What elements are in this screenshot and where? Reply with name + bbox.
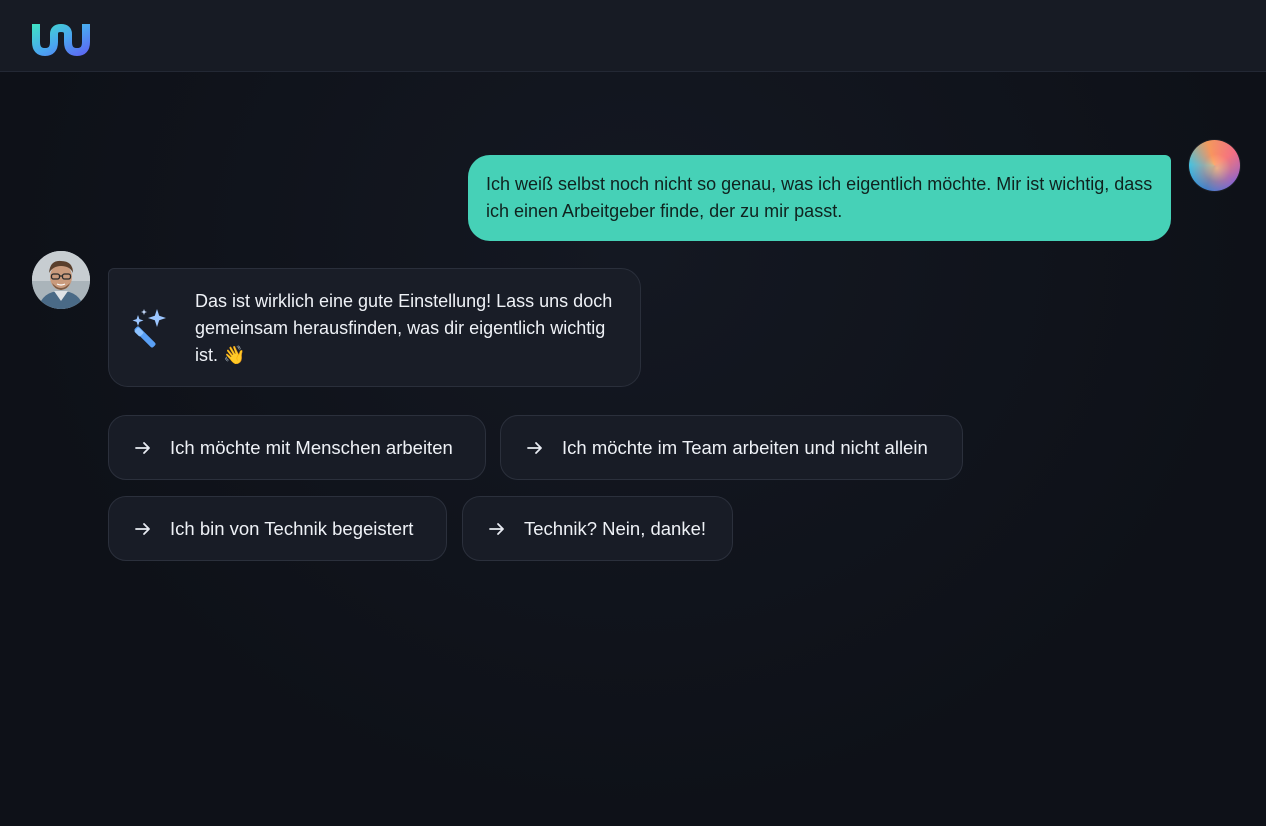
user-avatar[interactable] (1189, 140, 1240, 191)
magic-wand-icon (132, 309, 166, 348)
suggestion-label: Ich möchte mit Menschen arbeiten (170, 436, 453, 458)
arrow-right-icon (527, 441, 542, 454)
wave-logo-icon[interactable] (30, 20, 92, 58)
suggestion-chip-technik[interactable]: Ich bin von Technik begeistert (108, 496, 447, 561)
suggestion-chip-keine-technik[interactable]: Technik? Nein, danke! (462, 496, 733, 561)
arrow-right-icon (135, 441, 150, 454)
person-photo-avatar (32, 251, 90, 309)
user-message-text: Ich weiß selbst noch nicht so genau, was… (486, 174, 1153, 221)
assistant-avatar (32, 251, 90, 309)
suggestion-label: Ich bin von Technik begeistert (170, 517, 414, 539)
suggestion-label: Ich möchte im Team arbeiten und nicht al… (562, 436, 928, 458)
suggestion-chip-team[interactable]: Ich möchte im Team arbeiten und nicht al… (500, 415, 963, 480)
suggestion-chip-menschen[interactable]: Ich möchte mit Menschen arbeiten (108, 415, 486, 480)
chat-app: Ich weiß selbst noch nicht so genau, was… (0, 0, 1266, 826)
suggestion-label: Technik? Nein, danke! (524, 517, 707, 539)
assistant-message-bubble: Das ist wirklich eine gute Einstellung! … (108, 268, 641, 387)
gradient-orb-avatar (1189, 140, 1240, 191)
assistant-message-text: Das ist wirklich eine gute Einstellung! … (195, 291, 613, 365)
arrow-right-icon (135, 522, 150, 535)
arrow-right-icon (489, 522, 504, 535)
top-bar (0, 0, 1266, 72)
user-message-bubble: Ich weiß selbst noch nicht so genau, was… (468, 155, 1171, 241)
